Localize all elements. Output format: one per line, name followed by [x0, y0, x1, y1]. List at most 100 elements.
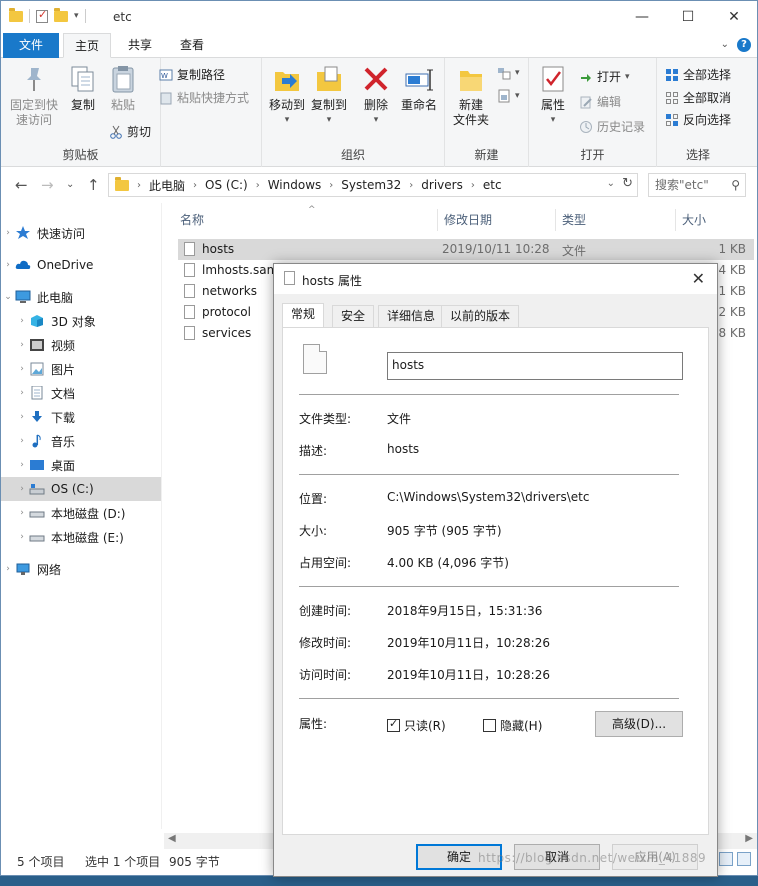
tab-security[interactable]: 安全 [332, 305, 375, 327]
invert-selection-button[interactable]: 反向选择 [665, 111, 731, 128]
chevron-right-icon[interactable]: › [15, 484, 29, 494]
nav-item-desktop[interactable]: › 桌面 [1, 453, 161, 477]
divider [299, 394, 679, 395]
chevron-right-icon[interactable]: › [1, 260, 15, 270]
nav-item-drive-d[interactable]: › 本地磁盘 (D:) [1, 501, 161, 525]
close-icon[interactable]: ✕ [692, 269, 705, 288]
back-icon[interactable]: ← [15, 176, 28, 194]
delete-button[interactable]: 删除 ▾ [358, 64, 394, 128]
nav-item-downloads[interactable]: › 下载 [1, 405, 161, 429]
customize-qat-icon[interactable]: ▾ [74, 11, 79, 21]
scroll-left-icon[interactable]: ◀ [168, 833, 176, 844]
refresh-icon[interactable]: ↻ [622, 176, 633, 191]
pane-divider[interactable] [161, 203, 162, 829]
chevron-right-icon[interactable]: › [15, 412, 29, 422]
up-icon[interactable]: ↑ [87, 176, 100, 194]
hidden-checkbox[interactable]: 隐藏(H) [483, 717, 542, 734]
nav-item-videos[interactable]: › 视频 [1, 333, 161, 357]
chevron-right-icon[interactable]: › [15, 316, 29, 326]
breadcrumb-this-pc[interactable]: 此电脑 [149, 177, 185, 194]
paste-shortcut-button[interactable]: 粘贴快捷方式 [159, 89, 249, 106]
minimize-icon[interactable]: — [619, 1, 665, 33]
file-icon [184, 242, 195, 256]
properties-quick-icon[interactable] [36, 8, 48, 23]
scroll-right-icon[interactable]: ▶ [745, 833, 753, 844]
address-bar[interactable]: › 此电脑 › OS (C:) › Windows › System32 › d… [108, 173, 638, 197]
search-input[interactable]: 搜索"etc" ⚲ [648, 173, 746, 197]
breadcrumb-system32[interactable]: System32 [341, 178, 401, 192]
cut-button[interactable]: 剪切 [109, 123, 151, 140]
nav-item-documents[interactable]: › 文档 [1, 381, 161, 405]
chevron-right-icon[interactable]: › [15, 340, 29, 350]
pin-quick-access-button[interactable]: 固定到快 速访问 [9, 64, 59, 128]
breadcrumb-etc[interactable]: etc [483, 178, 502, 192]
tab-details[interactable]: 详细信息 [378, 305, 445, 327]
recent-locations-icon[interactable]: ⌄ [66, 179, 74, 190]
chevron-right-icon[interactable]: › [15, 508, 29, 518]
new-folder-button[interactable]: 新建 文件夹 [451, 64, 491, 128]
column-header-size[interactable]: 大小 [676, 209, 754, 231]
rename-button[interactable]: 重命名 [398, 64, 440, 113]
readonly-checkbox[interactable]: 只读(R) [387, 717, 446, 734]
file-icon [184, 305, 195, 319]
accessed-label: 访问时间: [299, 668, 352, 682]
nav-item-onedrive[interactable]: › OneDrive [1, 253, 161, 277]
edit-button[interactable]: 编辑 [579, 93, 621, 110]
breadcrumb-os-c[interactable]: OS (C:) [205, 178, 248, 192]
new-item-button[interactable]: ▾ [497, 66, 520, 80]
nav-item-music[interactable]: › 音乐 [1, 429, 161, 453]
large-icons-view-icon[interactable] [737, 852, 751, 866]
new-folder-quick-icon[interactable] [54, 7, 68, 22]
history-button[interactable]: 历史记录 [579, 118, 645, 135]
tab-view[interactable]: 查看 [169, 33, 215, 58]
file-row-hosts[interactable]: hosts 2019/10/11 10:28 文件 1 KB [178, 239, 754, 260]
nav-item-3d-objects[interactable]: › 3D 对象 [1, 309, 161, 333]
nav-item-network[interactable]: › 网络 [1, 557, 161, 581]
tab-home[interactable]: 主页 [63, 33, 111, 58]
move-to-button[interactable]: 移动到 ▾ [266, 64, 308, 128]
column-header-date[interactable]: 修改日期 [438, 209, 556, 231]
column-header-type[interactable]: 类型 [556, 209, 676, 231]
copy-path-button[interactable]: W 复制路径 [159, 66, 225, 83]
paste-button[interactable]: 粘贴 [105, 64, 141, 113]
column-header-name[interactable]: 名称 ^ [174, 205, 438, 231]
chevron-right-icon[interactable]: › [15, 436, 29, 446]
forward-icon[interactable]: → [41, 176, 54, 194]
select-all-button[interactable]: 全部选择 [665, 66, 731, 83]
maximize-icon[interactable]: ☐ [665, 1, 711, 33]
tab-general[interactable]: 常规 [282, 303, 325, 329]
chevron-right-icon[interactable]: › [15, 364, 29, 374]
chevron-down-icon[interactable]: ⌄ [607, 178, 615, 189]
easy-access-button[interactable]: ▾ [497, 89, 520, 103]
help-icon[interactable]: ? [737, 38, 751, 52]
chevron-right-icon[interactable]: › [15, 388, 29, 398]
properties-button[interactable]: 属性 ▾ [535, 64, 571, 128]
select-group: 全部选择 全部取消 反向选择 选择 [657, 58, 739, 167]
chevron-right-icon[interactable]: › [15, 460, 29, 470]
chevron-down-icon[interactable]: ⌄ [1, 292, 15, 302]
breadcrumb-drivers[interactable]: drivers [421, 178, 463, 192]
tab-previous-versions[interactable]: 以前的版本 [441, 305, 520, 327]
chevron-down-icon[interactable]: ⌄ [721, 39, 729, 50]
chevron-right-icon[interactable]: › [1, 564, 15, 574]
close-icon[interactable]: ✕ [711, 1, 757, 33]
open-button[interactable]: 打开 ▾ [579, 68, 630, 85]
copy-button[interactable]: 复制 [65, 64, 101, 113]
select-all-icon [665, 68, 679, 82]
nav-item-quick-access[interactable]: › 快速访问 [1, 221, 161, 245]
nav-item-os-c[interactable]: › OS (C:) [1, 477, 161, 501]
tab-share[interactable]: 共享 [117, 33, 163, 58]
select-none-button[interactable]: 全部取消 [665, 89, 731, 106]
details-view-icon[interactable] [719, 852, 733, 866]
breadcrumb-windows[interactable]: Windows [268, 178, 322, 192]
nav-item-this-pc[interactable]: ⌄ 此电脑 [1, 285, 161, 309]
filename-input[interactable]: hosts [387, 352, 683, 380]
chevron-right-icon[interactable]: › [15, 532, 29, 542]
advanced-button[interactable]: 高级(D)... [595, 711, 683, 737]
chevron-right-icon[interactable]: › [1, 228, 15, 238]
nav-item-pictures[interactable]: › 图片 [1, 357, 161, 381]
navigation-pane: › 快速访问 › OneDrive ⌄ 此电脑 › 3D 对象 › 视频 › 图… [1, 203, 161, 829]
nav-item-drive-e[interactable]: › 本地磁盘 (E:) [1, 525, 161, 549]
copy-to-button[interactable]: 复制到 ▾ [308, 64, 350, 128]
tab-file[interactable]: 文件 [3, 33, 59, 58]
